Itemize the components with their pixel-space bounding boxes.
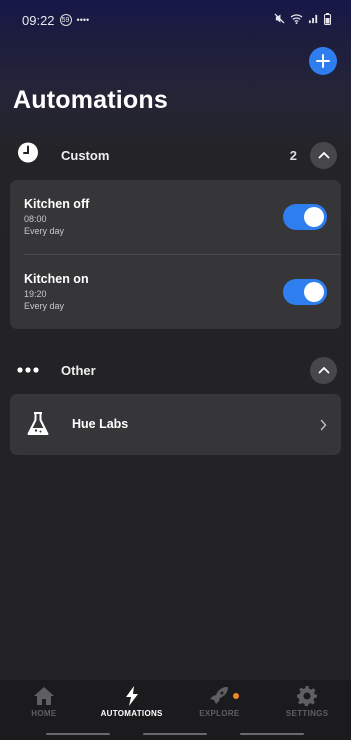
automation-name: Kitchen on <box>24 272 89 286</box>
automation-name: Kitchen off <box>24 197 90 211</box>
nav-explore[interactable]: EXPLORE <box>176 680 264 726</box>
collapse-other-button[interactable] <box>310 356 337 384</box>
gesture-line <box>143 733 207 735</box>
wifi-icon <box>290 13 303 27</box>
status-bar: 09:22 59 •••• <box>0 0 351 40</box>
nav-label: EXPLORE <box>199 709 240 718</box>
collapse-custom-button[interactable] <box>310 141 337 169</box>
automation-toggle[interactable] <box>283 279 327 305</box>
section-count: 2 <box>289 147 297 163</box>
chevron-right-icon <box>320 418 327 436</box>
mute-icon <box>274 13 285 27</box>
nav-label: AUTOMATIONS <box>100 709 163 718</box>
gesture-line <box>240 733 304 735</box>
nav-settings[interactable]: SETTINGS <box>263 680 351 726</box>
automation-row[interactable]: Kitchen off 08:00 Every day <box>10 180 341 255</box>
battery-icon <box>324 12 331 28</box>
system-gesture-bar <box>0 726 351 740</box>
nav-label: HOME <box>31 709 57 718</box>
gesture-line <box>46 733 110 735</box>
hue-labs-row[interactable]: Hue Labs <box>10 394 341 455</box>
lightning-icon <box>125 686 138 706</box>
automation-time: 08:00 <box>24 214 47 224</box>
custom-section-header[interactable]: Custom 2 <box>0 140 351 170</box>
section-label-custom: Custom <box>61 147 110 163</box>
chevron-up-icon <box>318 366 329 374</box>
toggle-knob <box>304 207 324 227</box>
automation-time: 19:20 <box>24 289 47 299</box>
clock-icon <box>17 142 39 169</box>
home-icon <box>33 687 54 705</box>
custom-automations-card: Kitchen off 08:00 Every day Kitchen on 1… <box>10 180 341 329</box>
hue-labs-label: Hue Labs <box>72 417 129 431</box>
notification-badge: 59 <box>59 14 72 26</box>
bottom-nav: HOME AUTOMATIONS EXPLORE SETTINGS <box>0 680 351 726</box>
nav-automations[interactable]: AUTOMATIONS <box>88 680 176 726</box>
gear-icon <box>297 686 318 706</box>
page-title: Automations <box>13 86 168 114</box>
rocket-icon <box>210 687 229 704</box>
status-dots: •••• <box>76 15 90 25</box>
chevron-up-icon <box>318 151 329 159</box>
flask-icon <box>26 411 50 442</box>
section-label-other: Other <box>61 362 96 378</box>
more-dots-icon <box>17 361 39 379</box>
nav-home[interactable]: HOME <box>0 680 88 726</box>
automation-toggle[interactable] <box>283 204 327 230</box>
add-automation-button[interactable] <box>309 47 337 75</box>
status-time: 09:22 <box>22 12 55 28</box>
automation-days: Every day <box>24 301 65 311</box>
automation-row[interactable]: Kitchen on 19:20 Every day <box>10 255 341 329</box>
signal-icon <box>308 13 319 27</box>
toggle-knob <box>304 282 324 302</box>
nav-label: SETTINGS <box>285 709 329 718</box>
notification-dot <box>233 693 240 699</box>
plus-icon <box>316 54 330 68</box>
other-section-header[interactable]: Other <box>0 355 351 385</box>
automation-days: Every day <box>24 226 65 236</box>
